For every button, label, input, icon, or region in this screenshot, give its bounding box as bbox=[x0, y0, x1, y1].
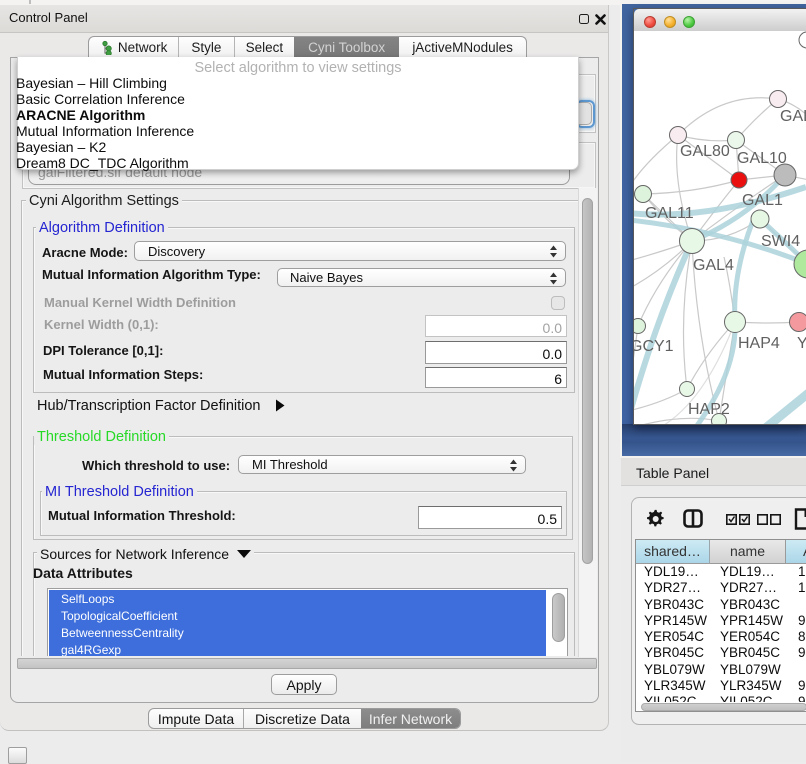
svg-text:HAP4: HAP4 bbox=[738, 335, 780, 352]
svg-text:YD: YD bbox=[797, 335, 806, 352]
svg-text:GAL11: GAL11 bbox=[645, 205, 694, 222]
svg-text:GCY1: GCY1 bbox=[634, 338, 674, 355]
svg-text:GAL1: GAL1 bbox=[742, 192, 783, 209]
svg-text:GAL4: GAL4 bbox=[693, 257, 734, 274]
svg-text:GAL2: GAL2 bbox=[780, 108, 806, 125]
svg-text:SWI4: SWI4 bbox=[761, 233, 800, 250]
svg-text:GAL80: GAL80 bbox=[680, 143, 730, 160]
svg-text:HAP2: HAP2 bbox=[688, 401, 730, 418]
svg-text:GAL10: GAL10 bbox=[737, 150, 787, 167]
